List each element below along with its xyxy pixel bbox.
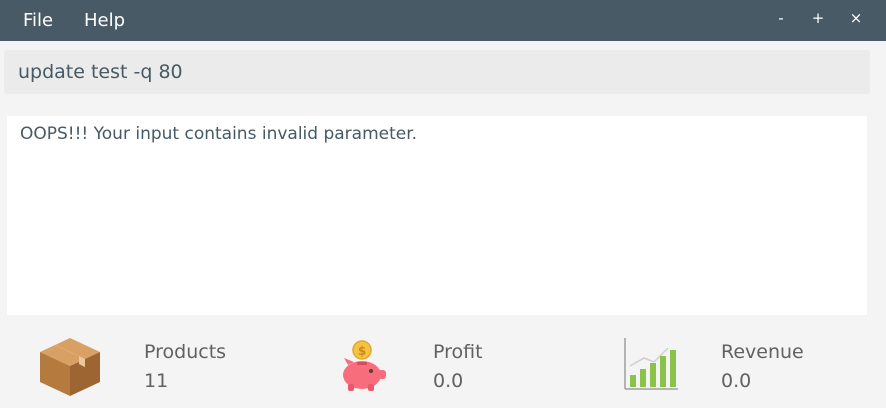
revenue-label: Revenue bbox=[721, 341, 804, 363]
products-value: 11 bbox=[144, 370, 169, 392]
box-icon bbox=[40, 338, 100, 396]
minimize-button[interactable]: - bbox=[770, 8, 792, 28]
profit-label: Profit bbox=[433, 341, 483, 363]
svg-text:$: $ bbox=[358, 344, 366, 358]
piggy-bank-icon: $ bbox=[343, 340, 386, 391]
menu-file[interactable]: File bbox=[23, 10, 53, 31]
output-message: OOPS!!! Your input contains invalid para… bbox=[20, 124, 418, 144]
command-input[interactable] bbox=[18, 50, 856, 94]
menu-help[interactable]: Help bbox=[84, 10, 125, 31]
close-button[interactable]: × bbox=[845, 8, 867, 28]
revenue-value: 0.0 bbox=[721, 370, 752, 392]
profit-value: 0.0 bbox=[433, 370, 464, 392]
maximize-button[interactable]: + bbox=[807, 8, 829, 28]
stats-bar: Products 11 $ Profit 0.0 Revenue 0.0 bbox=[0, 320, 886, 408]
products-label: Products bbox=[144, 341, 227, 363]
output-panel: OOPS!!! Your input contains invalid para… bbox=[7, 116, 867, 315]
command-box bbox=[4, 50, 870, 94]
bar-growth-icon bbox=[624, 338, 678, 390]
title-bar: File Help - + × bbox=[0, 0, 886, 41]
